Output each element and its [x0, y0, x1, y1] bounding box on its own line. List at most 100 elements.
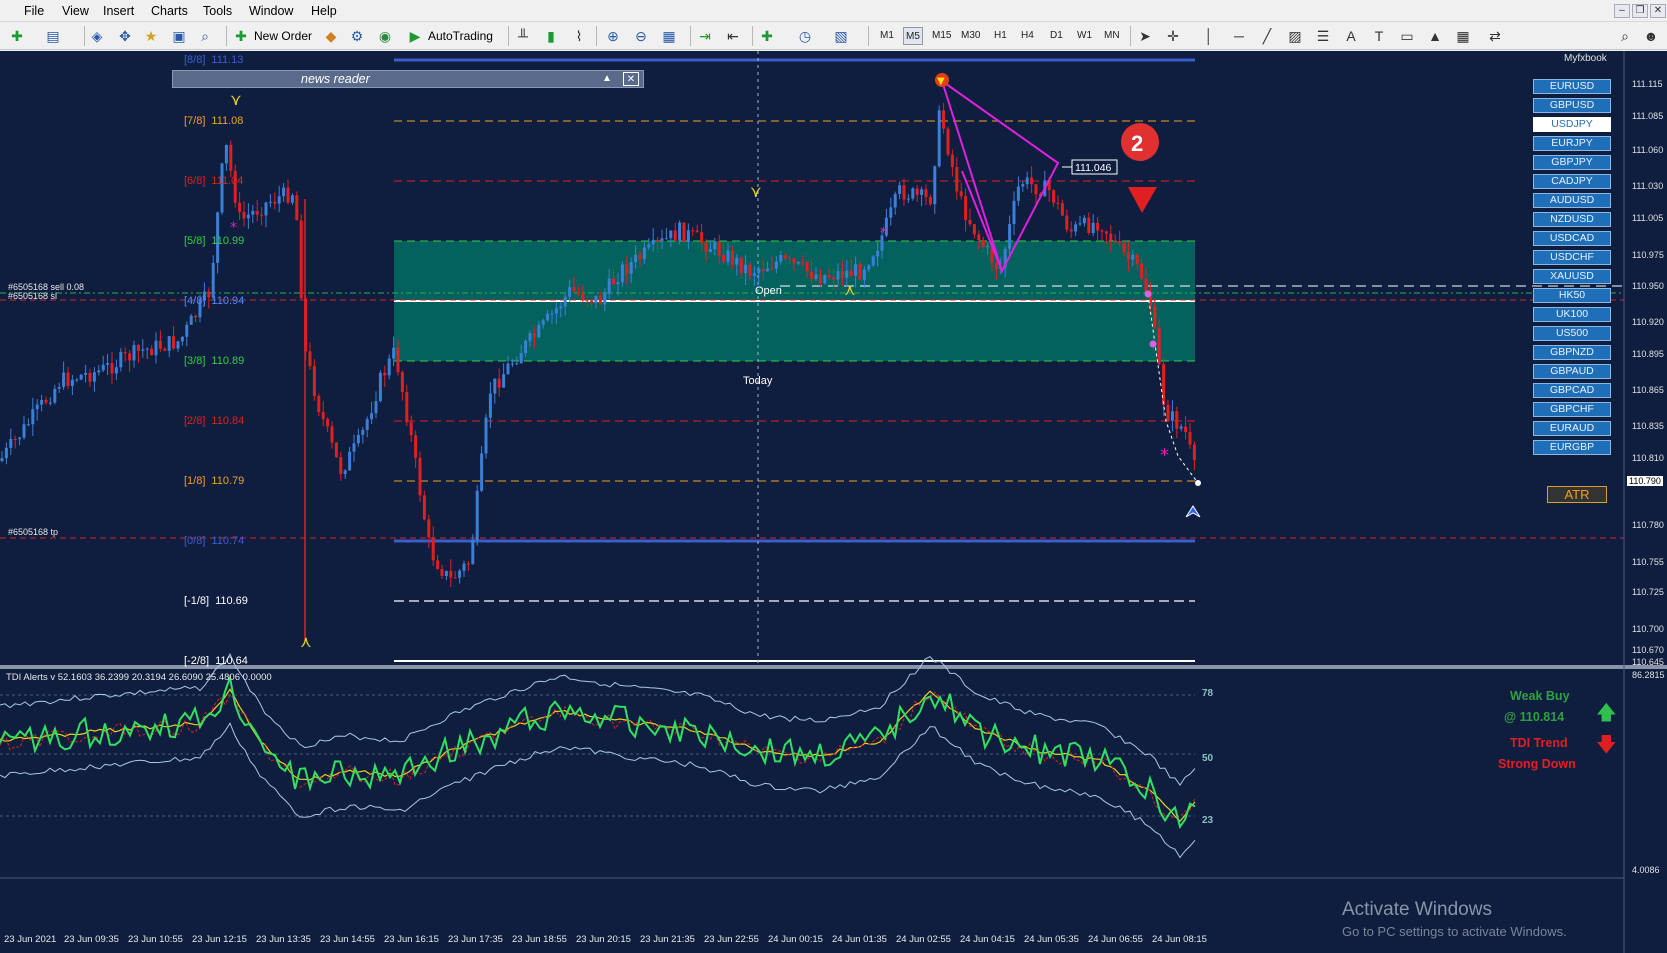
menu-charts[interactable]: Charts: [151, 4, 188, 18]
market-icon[interactable]: ◉: [376, 27, 394, 45]
symbol-button-gbpusd[interactable]: GBPUSD: [1533, 98, 1611, 113]
indicators-icon[interactable]: ✚: [758, 27, 776, 45]
arrows-icon[interactable]: ⇄: [1486, 27, 1504, 45]
candle-body: [92, 372, 96, 382]
symbol-button-eurjpy[interactable]: EURJPY: [1533, 136, 1611, 151]
templates-icon[interactable]: ▧: [832, 27, 850, 45]
murrey-label-value: 111.08: [211, 115, 244, 127]
symbol-button-cadjpy[interactable]: CADJPY: [1533, 174, 1611, 189]
murrey-label-fraction: [7/8]: [184, 115, 206, 127]
price-chart[interactable]: ⋎ ⋎ ⋏ ⋏ * * * ▼ 🡅 🡇: [0, 51, 1667, 953]
symbol-button-eurgbp[interactable]: EURGBP: [1533, 440, 1611, 455]
menu-file[interactable]: File: [24, 4, 44, 18]
menu-help[interactable]: Help: [311, 4, 337, 18]
strategy-tester-icon[interactable]: ⌕: [196, 27, 214, 45]
minimize-button[interactable]: –: [1614, 4, 1630, 18]
symbol-button-uk100[interactable]: UK100: [1533, 307, 1611, 322]
close-icon[interactable]: ✕: [623, 72, 639, 86]
symbol-button-usdcad[interactable]: USDCAD: [1533, 231, 1611, 246]
candle-body: [57, 386, 61, 389]
navigator-icon[interactable]: ★: [142, 27, 160, 45]
chart-shift-icon[interactable]: ⇤: [724, 27, 742, 45]
text-label-icon[interactable]: T: [1370, 27, 1388, 45]
zoom-out-icon[interactable]: ⊖: [632, 27, 650, 45]
symbol-button-nzdusd[interactable]: NZDUSD: [1533, 212, 1611, 227]
candlestick-icon[interactable]: ▮: [542, 27, 560, 45]
trendline-icon[interactable]: ╱: [1258, 27, 1276, 45]
candle-body: [554, 308, 558, 314]
triangle-icon[interactable]: ▲: [1426, 27, 1444, 45]
timeframe-m5[interactable]: M5: [903, 27, 923, 45]
tile-windows-icon[interactable]: ▦: [660, 27, 678, 45]
data-window-icon[interactable]: ✥: [116, 27, 134, 45]
symbol-button-gbpnzd[interactable]: GBPNZD: [1533, 345, 1611, 360]
symbol-button-gbpcad[interactable]: GBPCAD: [1533, 383, 1611, 398]
autotrading-icon[interactable]: ▶: [406, 27, 424, 45]
periods-icon[interactable]: ◷: [796, 27, 814, 45]
menu-window[interactable]: Window: [249, 4, 293, 18]
menu-view[interactable]: View: [62, 4, 89, 18]
menu-insert[interactable]: Insert: [103, 4, 134, 18]
profiles-icon[interactable]: ▤: [44, 27, 62, 45]
line-chart-icon[interactable]: ⌇: [570, 27, 588, 45]
symbol-button-euraud[interactable]: EURAUD: [1533, 421, 1611, 436]
indicator-separator[interactable]: [0, 665, 1667, 669]
account-icon[interactable]: ☻: [1642, 27, 1660, 45]
cursor-icon[interactable]: ➤: [1136, 27, 1154, 45]
market-watch-icon[interactable]: ◈: [88, 27, 106, 45]
grid-icon[interactable]: ▦: [1454, 27, 1472, 45]
candle-body: [40, 399, 44, 405]
candle-body: [255, 210, 259, 215]
timeframe-h4[interactable]: H4: [1019, 27, 1036, 45]
rectangle-icon[interactable]: ▭: [1398, 27, 1416, 45]
symbol-button-us500[interactable]: US500: [1533, 326, 1611, 341]
candle-body: [251, 210, 255, 215]
candle-body: [1087, 217, 1091, 234]
symbol-button-audusd[interactable]: AUDUSD: [1533, 193, 1611, 208]
murrey-label-value: 110.69: [215, 595, 248, 607]
new-chart-icon[interactable]: ✚: [8, 27, 26, 45]
symbol-button-gbpchf[interactable]: GBPCHF: [1533, 402, 1611, 417]
time-axis-label: 23 Jun 22:55: [704, 934, 759, 945]
vertical-line-icon[interactable]: │: [1200, 27, 1218, 45]
atr-button[interactable]: ATR: [1547, 486, 1607, 503]
zoom-in-icon[interactable]: ⊕: [604, 27, 622, 45]
collapse-icon[interactable]: ▲: [599, 72, 615, 86]
fibonacci-icon[interactable]: ☰: [1314, 27, 1332, 45]
signals-icon[interactable]: ⚙: [348, 27, 366, 45]
chart-window[interactable]: ⋎ ⋎ ⋏ ⋏ * * * ▼ 🡅 🡇 Myfxbook news reader…: [0, 51, 1667, 953]
symbol-button-gbpjpy[interactable]: GBPJPY: [1533, 155, 1611, 170]
horizontal-line-icon[interactable]: ─: [1230, 27, 1248, 45]
timeframe-mn[interactable]: MN: [1102, 27, 1122, 45]
symbol-button-gbpaud[interactable]: GBPAUD: [1533, 364, 1611, 379]
timeframe-m15[interactable]: M15: [930, 27, 953, 45]
timeframe-m1[interactable]: M1: [878, 27, 896, 45]
autotrading-button[interactable]: AutoTrading: [428, 25, 493, 47]
restore-button[interactable]: ❐: [1632, 4, 1648, 18]
auto-scroll-icon[interactable]: ⇥: [696, 27, 714, 45]
candle-body: [902, 185, 906, 200]
news-reader-panel[interactable]: news reader ▲ ✕: [172, 70, 644, 88]
crosshair-icon[interactable]: ✛: [1164, 27, 1182, 45]
menu-tools[interactable]: Tools: [203, 4, 232, 18]
text-icon[interactable]: A: [1342, 27, 1360, 45]
timeframe-h1[interactable]: H1: [992, 27, 1009, 45]
terminal-icon[interactable]: ▣: [170, 27, 188, 45]
timeframe-w1[interactable]: W1: [1075, 27, 1094, 45]
search-icon[interactable]: ⌕: [1616, 27, 1634, 45]
symbol-button-usdjpy[interactable]: USDJPY: [1533, 117, 1611, 132]
candle-body: [968, 219, 972, 225]
close-button[interactable]: ✕: [1650, 4, 1666, 18]
new-order-button[interactable]: New Order: [254, 25, 312, 47]
symbol-button-usdchf[interactable]: USDCHF: [1533, 250, 1611, 265]
channel-icon[interactable]: ▨: [1286, 27, 1304, 45]
metaeditor-icon[interactable]: ◆: [322, 27, 340, 45]
symbol-button-eurusd[interactable]: EURUSD: [1533, 79, 1611, 94]
timeframe-d1[interactable]: D1: [1048, 27, 1065, 45]
up-arrow-icon: 🡅: [1596, 700, 1617, 724]
symbol-button-hk50[interactable]: HK50: [1533, 288, 1611, 303]
timeframe-m30[interactable]: M30: [959, 27, 982, 45]
new-order-icon[interactable]: ✚: [232, 27, 250, 45]
symbol-button-xauusd[interactable]: XAUUSD: [1533, 269, 1611, 284]
bar-chart-icon[interactable]: ╨: [514, 27, 532, 45]
